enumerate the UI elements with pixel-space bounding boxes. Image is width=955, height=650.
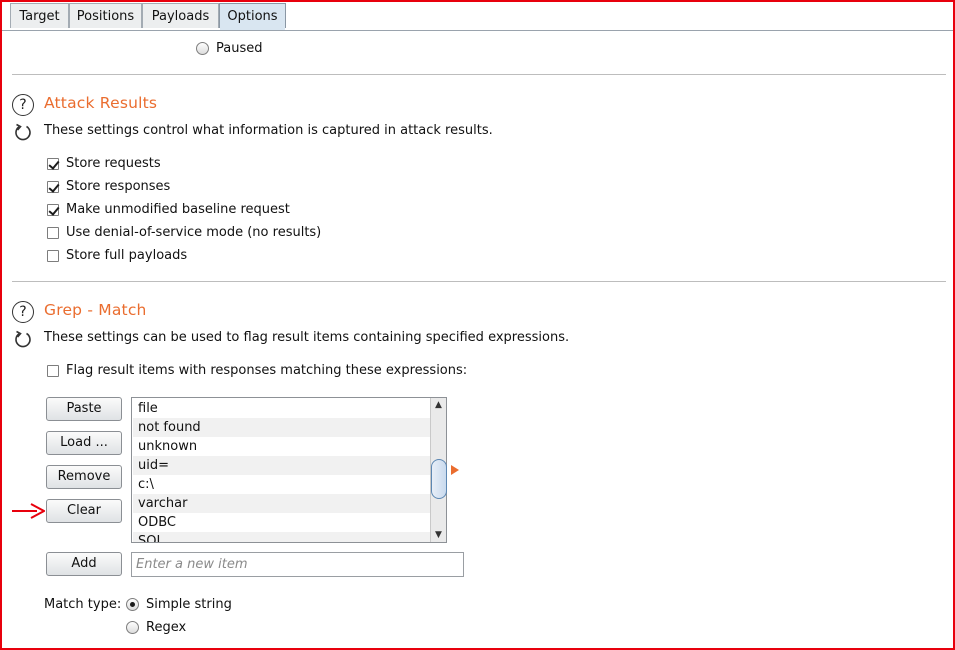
remove-button[interactable]: Remove xyxy=(46,465,122,489)
attack-results-checkbox[interactable] xyxy=(47,158,59,170)
attack-results-checkbox[interactable] xyxy=(47,181,59,193)
paused-radio[interactable] xyxy=(196,42,209,55)
refresh-icon[interactable] xyxy=(13,329,33,349)
divider xyxy=(12,74,946,75)
annotation-arrow-icon xyxy=(12,503,45,519)
help-icon[interactable]: ? xyxy=(12,94,34,116)
attack-results-checkbox[interactable] xyxy=(47,204,59,216)
flag-result-items-checkbox[interactable] xyxy=(47,365,59,377)
divider xyxy=(12,281,946,282)
add-button[interactable]: Add xyxy=(46,552,122,576)
match-expressions-list[interactable]: file not found unknown uid= c:\ varchar ODBC SQ… xyxy=(131,397,447,543)
attack-results-option-label: Store requests xyxy=(66,156,161,171)
scroll-up-icon[interactable]: ▲ xyxy=(431,398,446,412)
new-item-input[interactable] xyxy=(131,552,464,577)
list-item[interactable]: c:\ xyxy=(133,475,431,494)
attack-results-option-label: Store full payloads xyxy=(66,248,188,263)
paste-button[interactable]: Paste xyxy=(46,397,122,421)
grep-match-description: These settings can be used to flag resul… xyxy=(44,330,570,345)
expand-arrow-icon[interactable] xyxy=(451,465,459,475)
attack-results-title: Attack Results xyxy=(44,94,158,112)
list-item[interactable]: varchar xyxy=(133,494,431,513)
match-type-option-label: Regex xyxy=(146,620,187,635)
match-type-option-label: Simple string xyxy=(146,597,232,612)
match-type-radio[interactable] xyxy=(126,598,139,611)
grep-match-title: Grep - Match xyxy=(44,301,147,319)
attack-results-option-label: Make unmodified baseline request xyxy=(66,202,290,217)
list-item[interactable]: not found xyxy=(133,418,431,437)
clear-button[interactable]: Clear xyxy=(46,499,122,523)
tab-positions[interactable]: Positions xyxy=(69,3,142,28)
list-item[interactable]: uid= xyxy=(133,456,431,475)
attack-results-checkbox[interactable] xyxy=(47,227,59,239)
flag-result-items-label: Flag result items with responses matchin… xyxy=(66,363,468,378)
paused-label: Paused xyxy=(216,41,263,56)
match-type-label: Match type: xyxy=(44,597,122,612)
match-type-radio[interactable] xyxy=(126,621,139,634)
help-icon[interactable]: ? xyxy=(12,301,34,323)
list-item[interactable]: unknown xyxy=(133,437,431,456)
load-button[interactable]: Load ... xyxy=(46,431,122,455)
scrollbar-thumb[interactable] xyxy=(431,459,447,499)
tab-payloads[interactable]: Payloads xyxy=(142,3,219,28)
tab-target[interactable]: Target xyxy=(10,3,69,28)
attack-results-option-label: Use denial-of-service mode (no results) xyxy=(66,225,322,240)
list-item[interactable]: ODBC xyxy=(133,513,431,532)
list-item[interactable]: SQL xyxy=(133,532,431,542)
attack-results-description: These settings control what information … xyxy=(44,123,493,138)
tab-bar: Target Positions Payloads Options xyxy=(2,2,953,31)
tab-options[interactable]: Options xyxy=(219,3,286,30)
scroll-down-icon[interactable]: ▼ xyxy=(431,528,446,542)
attack-results-checkbox[interactable] xyxy=(47,250,59,262)
attack-results-option-label: Store responses xyxy=(66,179,171,194)
list-item[interactable]: file xyxy=(133,399,431,418)
refresh-icon[interactable] xyxy=(13,122,33,142)
